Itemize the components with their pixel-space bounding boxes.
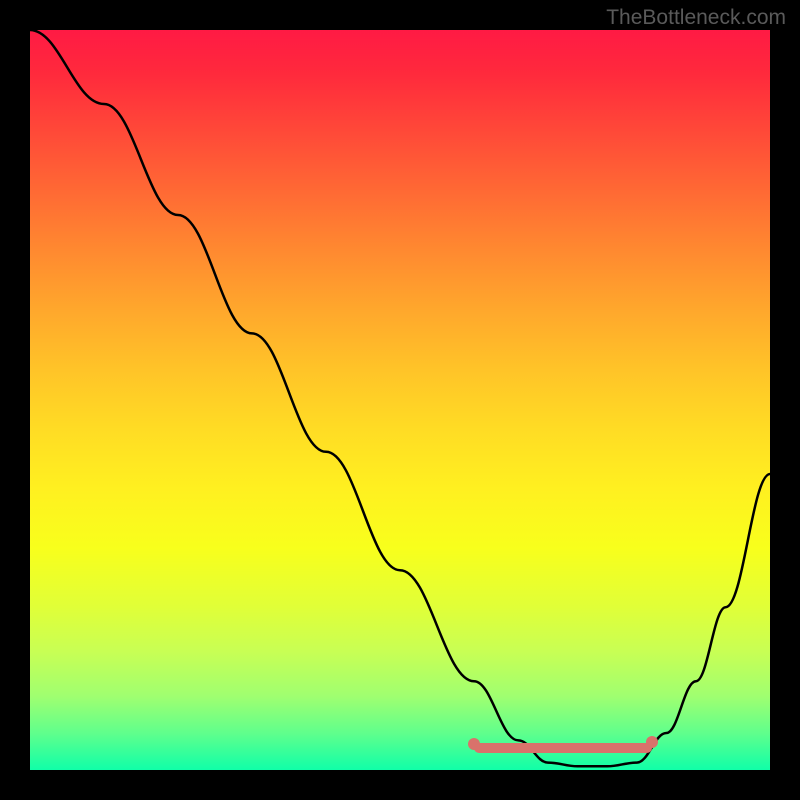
bottleneck-curve (30, 30, 770, 770)
optimal-left-endpoint (468, 738, 480, 750)
optimal-right-endpoint (646, 736, 658, 748)
watermark-text: TheBottleneck.com (606, 6, 786, 30)
optimal-flat-region (474, 743, 652, 753)
plot-area (30, 30, 770, 770)
